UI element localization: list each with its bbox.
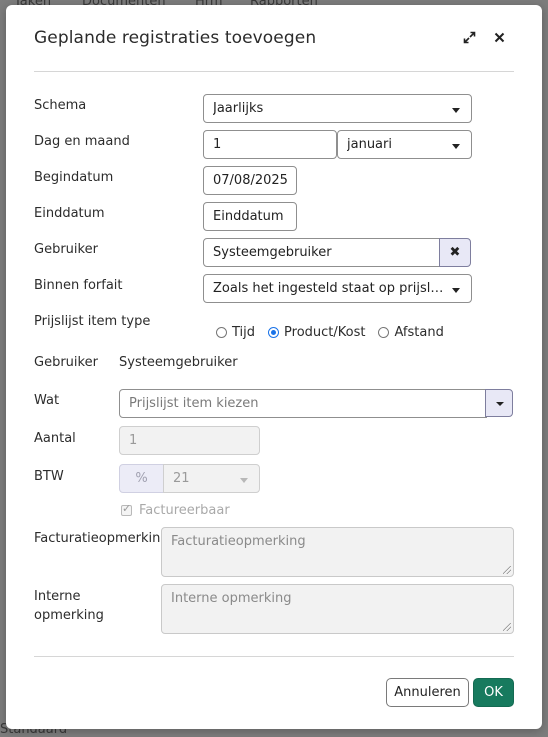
resize-grip-icon[interactable]: [503, 623, 511, 631]
radio-afstand-label: Afstand: [394, 325, 444, 340]
month-select[interactable]: januari: [337, 130, 472, 159]
radio-afstand[interactable]: Afstand: [378, 325, 444, 340]
chevron-down-icon: [452, 288, 460, 293]
dialog-title: Geplande registraties toevoegen: [34, 28, 317, 48]
binnen-forfait-value: Zoals het ingesteld staat op prijslijst/…: [213, 281, 467, 296]
chevron-down-icon: [240, 478, 248, 483]
btw-select: 21: [163, 464, 260, 493]
interne-opmerking-label-line1: Interne: [34, 589, 81, 604]
schema-label: Schema: [34, 98, 87, 113]
close-icon[interactable]: [489, 27, 509, 47]
factureerbaar-checkbox: [121, 502, 132, 516]
facturatieopmerking-textarea[interactable]: Facturatieopmerking: [161, 527, 514, 577]
factureerbaar-checkbox-row: Factureerbaar: [121, 502, 230, 518]
wat-label: Wat: [34, 393, 60, 408]
btw-label: BTW: [34, 469, 64, 484]
month-value: januari: [347, 137, 392, 152]
item-type-radio-group: Tijd Product/Kost Afstand: [216, 325, 457, 340]
clear-x-icon[interactable]: ✖: [439, 238, 471, 267]
einddatum-label: Einddatum: [34, 206, 105, 221]
chevron-down-icon: [452, 108, 460, 113]
schema-value: Jaarlijks: [213, 101, 264, 116]
binnen-forfait-select[interactable]: Zoals het ingesteld staat op prijslijst/…: [203, 274, 472, 303]
day-value: 1: [213, 137, 222, 152]
footer-divider: [34, 656, 514, 657]
gebruiker-label: Gebruiker: [34, 242, 98, 257]
binnen-forfait-label: Binnen forfait: [34, 278, 123, 293]
gebruiker-select[interactable]: Systeemgebruiker: [203, 238, 440, 267]
einddatum-placeholder: Einddatum: [213, 209, 284, 224]
gebruiker-static-value: Systeemgebruiker: [119, 355, 238, 370]
interne-opmerking-label-line2: opmerking: [34, 608, 104, 623]
btw-value: 21: [173, 471, 190, 486]
aantal-value: 1: [129, 433, 138, 448]
interne-opmerking-textarea[interactable]: Interne opmerking: [161, 584, 514, 634]
prijslijst-item-type-label: Prijslijst item type: [34, 314, 151, 329]
interne-opmerking-label: Interne opmerking: [34, 587, 104, 625]
radio-product-kost[interactable]: Product/Kost: [268, 325, 365, 340]
dag-en-maand-label: Dag en maand: [34, 134, 130, 149]
aantal-input: 1: [119, 426, 260, 455]
begindatum-value: 07/08/2025: [213, 173, 288, 188]
radio-product-kost-circle[interactable]: [268, 327, 280, 338]
resize-grip-icon[interactable]: [503, 566, 511, 574]
factureerbaar-label: Factureerbaar: [139, 503, 230, 518]
wat-placeholder: Prijslijst item kiezen: [129, 396, 259, 411]
wat-select[interactable]: Prijslijst item kiezen: [119, 389, 487, 418]
begindatum-label: Begindatum: [34, 170, 114, 185]
ok-button[interactable]: OK: [473, 678, 514, 707]
expand-icon[interactable]: [459, 27, 479, 47]
radio-tijd-circle[interactable]: [216, 327, 227, 338]
chevron-down-icon: [496, 402, 504, 406]
cancel-button[interactable]: Annuleren: [386, 678, 469, 707]
gebruiker-static-label: Gebruiker: [34, 355, 98, 370]
percent-addon: %: [119, 464, 164, 493]
begindatum-input[interactable]: 07/08/2025: [203, 166, 297, 195]
radio-afstand-circle[interactable]: [378, 327, 390, 338]
dialog: Geplande registraties toevoegen Schema J…: [6, 5, 542, 729]
einddatum-input[interactable]: Einddatum: [203, 202, 297, 231]
radio-product-kost-label: Product/Kost: [284, 325, 366, 340]
header-divider: [34, 71, 514, 72]
schema-select[interactable]: Jaarlijks: [203, 94, 472, 123]
interne-opmerking-placeholder: Interne opmerking: [171, 591, 292, 606]
facturatieopmerking-label: Facturatieopmerking: [34, 531, 169, 546]
facturatieopmerking-placeholder: Facturatieopmerking: [171, 534, 306, 549]
radio-tijd[interactable]: Tijd: [216, 325, 255, 340]
gebruiker-value: Systeemgebruiker: [213, 245, 332, 260]
chevron-down-icon: [452, 144, 460, 149]
day-input[interactable]: 1: [203, 130, 337, 159]
aantal-label: Aantal: [34, 431, 76, 446]
wat-dropdown-button[interactable]: [485, 389, 513, 417]
radio-tijd-label: Tijd: [232, 325, 256, 340]
